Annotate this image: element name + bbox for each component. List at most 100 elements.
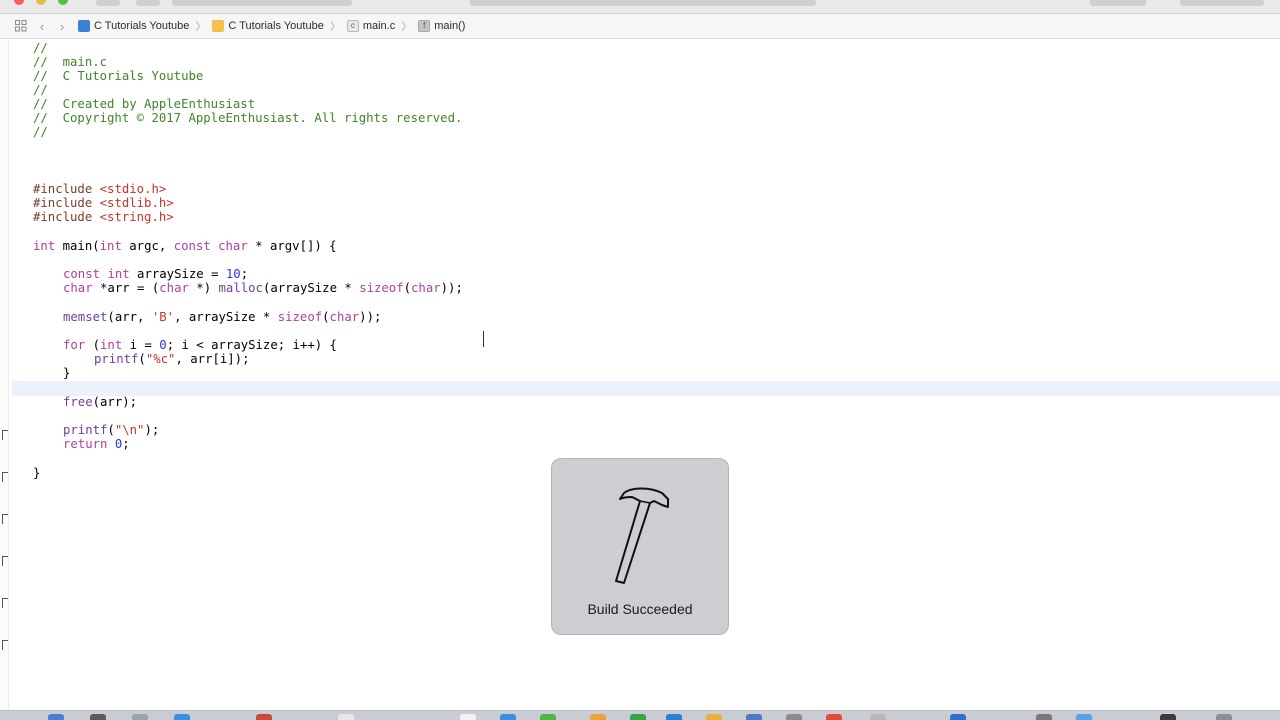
code-text: main( bbox=[55, 239, 100, 253]
code-line-comment: // bbox=[33, 125, 48, 139]
code-text: (arraySize * bbox=[262, 281, 360, 295]
dock-app-icon[interactable] bbox=[256, 714, 272, 720]
code-line-memset: memset(arr, 'B', arraySize * sizeof(char… bbox=[63, 310, 381, 324]
folder-icon bbox=[212, 20, 225, 32]
stop-button[interactable] bbox=[136, 0, 160, 6]
code-text: ( bbox=[403, 281, 412, 295]
editor-mode-buttons[interactable] bbox=[1090, 0, 1146, 6]
keyword: return bbox=[63, 437, 108, 451]
number-literal: 0 bbox=[159, 338, 167, 352]
code-line-printf-char: printf("%c", arr[i]); bbox=[94, 352, 250, 366]
jump-bar: ‹ › C Tutorials Youtube 〉 C Tutorials Yo… bbox=[0, 14, 1280, 39]
include-header: <stdlib.h> bbox=[99, 196, 174, 210]
keyword: char bbox=[63, 281, 93, 295]
keyword: int bbox=[100, 338, 123, 352]
dock-app-icon[interactable] bbox=[950, 714, 966, 720]
build-status-label: Build Succeeded bbox=[587, 601, 693, 617]
breadcrumb-function[interactable]: f main() bbox=[418, 20, 465, 32]
dock-app-icon[interactable] bbox=[540, 714, 556, 720]
text-cursor-icon bbox=[483, 331, 487, 347]
chevron-right-icon: 〉 bbox=[401, 21, 413, 33]
function-icon: f bbox=[418, 20, 431, 32]
dock-app-icon[interactable] bbox=[826, 714, 842, 720]
dock bbox=[0, 710, 1280, 720]
related-items-icon[interactable] bbox=[14, 19, 28, 33]
gutter-mark bbox=[2, 598, 8, 608]
dock-app-icon[interactable] bbox=[90, 714, 106, 720]
dock-app-icon[interactable] bbox=[48, 714, 64, 720]
code-line-close-brace: } bbox=[63, 366, 71, 380]
dock-app-icon[interactable] bbox=[870, 714, 886, 720]
project-icon bbox=[78, 20, 90, 32]
function-call: printf bbox=[94, 352, 139, 366]
dock-app-icon[interactable] bbox=[706, 714, 722, 720]
left-gutter bbox=[0, 40, 9, 710]
breadcrumb-folder[interactable]: C Tutorials Youtube bbox=[212, 20, 324, 32]
code-text: *arr = ( bbox=[92, 281, 160, 295]
function-call: memset bbox=[63, 310, 108, 324]
dock-app-icon[interactable] bbox=[786, 714, 802, 720]
run-button[interactable] bbox=[96, 0, 120, 6]
dock-app-icon[interactable] bbox=[132, 714, 148, 720]
forward-arrow-icon[interactable]: › bbox=[56, 19, 68, 34]
breadcrumb-label: C Tutorials Youtube bbox=[94, 20, 190, 32]
code-text: ( bbox=[85, 338, 101, 352]
string-literal: "%c" bbox=[145, 352, 176, 366]
breadcrumb-project[interactable]: C Tutorials Youtube bbox=[78, 20, 189, 32]
code-line-comment: // Copyright © 2017 AppleEnthusiast. All… bbox=[33, 111, 463, 125]
code-line-return: return 0; bbox=[63, 437, 130, 451]
code-text: (arr, bbox=[107, 310, 152, 324]
activity-view bbox=[470, 0, 816, 6]
code-text: )); bbox=[440, 281, 463, 295]
minimize-window-icon[interactable] bbox=[36, 0, 46, 5]
code-text: ( bbox=[138, 352, 146, 366]
code-text: arraySize = bbox=[129, 267, 226, 281]
keyword: const bbox=[173, 239, 211, 253]
code-line-comment: // bbox=[33, 41, 48, 55]
function-call: free bbox=[63, 395, 93, 409]
code-line-array-size: const int arraySize = 10; bbox=[63, 267, 248, 281]
dock-app-icon[interactable] bbox=[338, 714, 354, 720]
code-line-comment: // Created by AppleEnthusiast bbox=[33, 97, 256, 111]
dock-app-icon[interactable] bbox=[460, 714, 476, 720]
breadcrumb-label: main.c bbox=[362, 20, 396, 32]
code-line-printf-newline: printf("\n"); bbox=[63, 423, 159, 437]
dock-app-icon[interactable] bbox=[1160, 714, 1176, 720]
scheme-selector[interactable] bbox=[172, 0, 352, 6]
code-line-for-loop: for (int i = 0; i < arraySize; i++) { bbox=[63, 338, 337, 352]
code-line-include: #include <string.h> bbox=[33, 210, 174, 224]
dock-app-icon[interactable] bbox=[500, 714, 516, 720]
dock-app-icon[interactable] bbox=[666, 714, 682, 720]
dock-app-icon[interactable] bbox=[174, 714, 190, 720]
breadcrumb-file[interactable]: c main.c bbox=[346, 20, 396, 32]
code-line-close-brace: } bbox=[33, 466, 41, 480]
string-literal: "\n" bbox=[114, 423, 145, 437]
back-arrow-icon[interactable]: ‹ bbox=[36, 19, 48, 34]
dock-app-icon[interactable] bbox=[1036, 714, 1052, 720]
keyword: const bbox=[63, 267, 101, 281]
code-text: argc, bbox=[121, 239, 174, 253]
dock-app-icon[interactable] bbox=[746, 714, 762, 720]
chevron-right-icon: 〉 bbox=[195, 21, 207, 33]
dock-app-icon[interactable] bbox=[1216, 714, 1232, 720]
gutter-mark bbox=[2, 514, 8, 524]
code-line-comment: // bbox=[33, 83, 48, 97]
view-toggle-buttons[interactable] bbox=[1180, 0, 1264, 6]
dock-app-icon[interactable] bbox=[590, 714, 606, 720]
build-status-hud: Build Succeeded bbox=[551, 458, 729, 635]
code-text: ); bbox=[144, 423, 160, 437]
dock-app-icon[interactable] bbox=[1076, 714, 1092, 720]
include-directive: #include bbox=[33, 182, 93, 196]
gutter-mark bbox=[2, 640, 8, 650]
breadcrumb-label: main() bbox=[434, 20, 466, 32]
dock-app-icon[interactable] bbox=[630, 714, 646, 720]
breadcrumb-label: C Tutorials Youtube bbox=[228, 20, 324, 32]
code-text: ; bbox=[240, 267, 249, 281]
zoom-window-icon[interactable] bbox=[58, 0, 68, 5]
keyword: int bbox=[33, 239, 56, 253]
keyword: sizeof bbox=[359, 281, 404, 295]
code-text: *) bbox=[188, 281, 219, 295]
close-window-icon[interactable] bbox=[14, 0, 24, 5]
